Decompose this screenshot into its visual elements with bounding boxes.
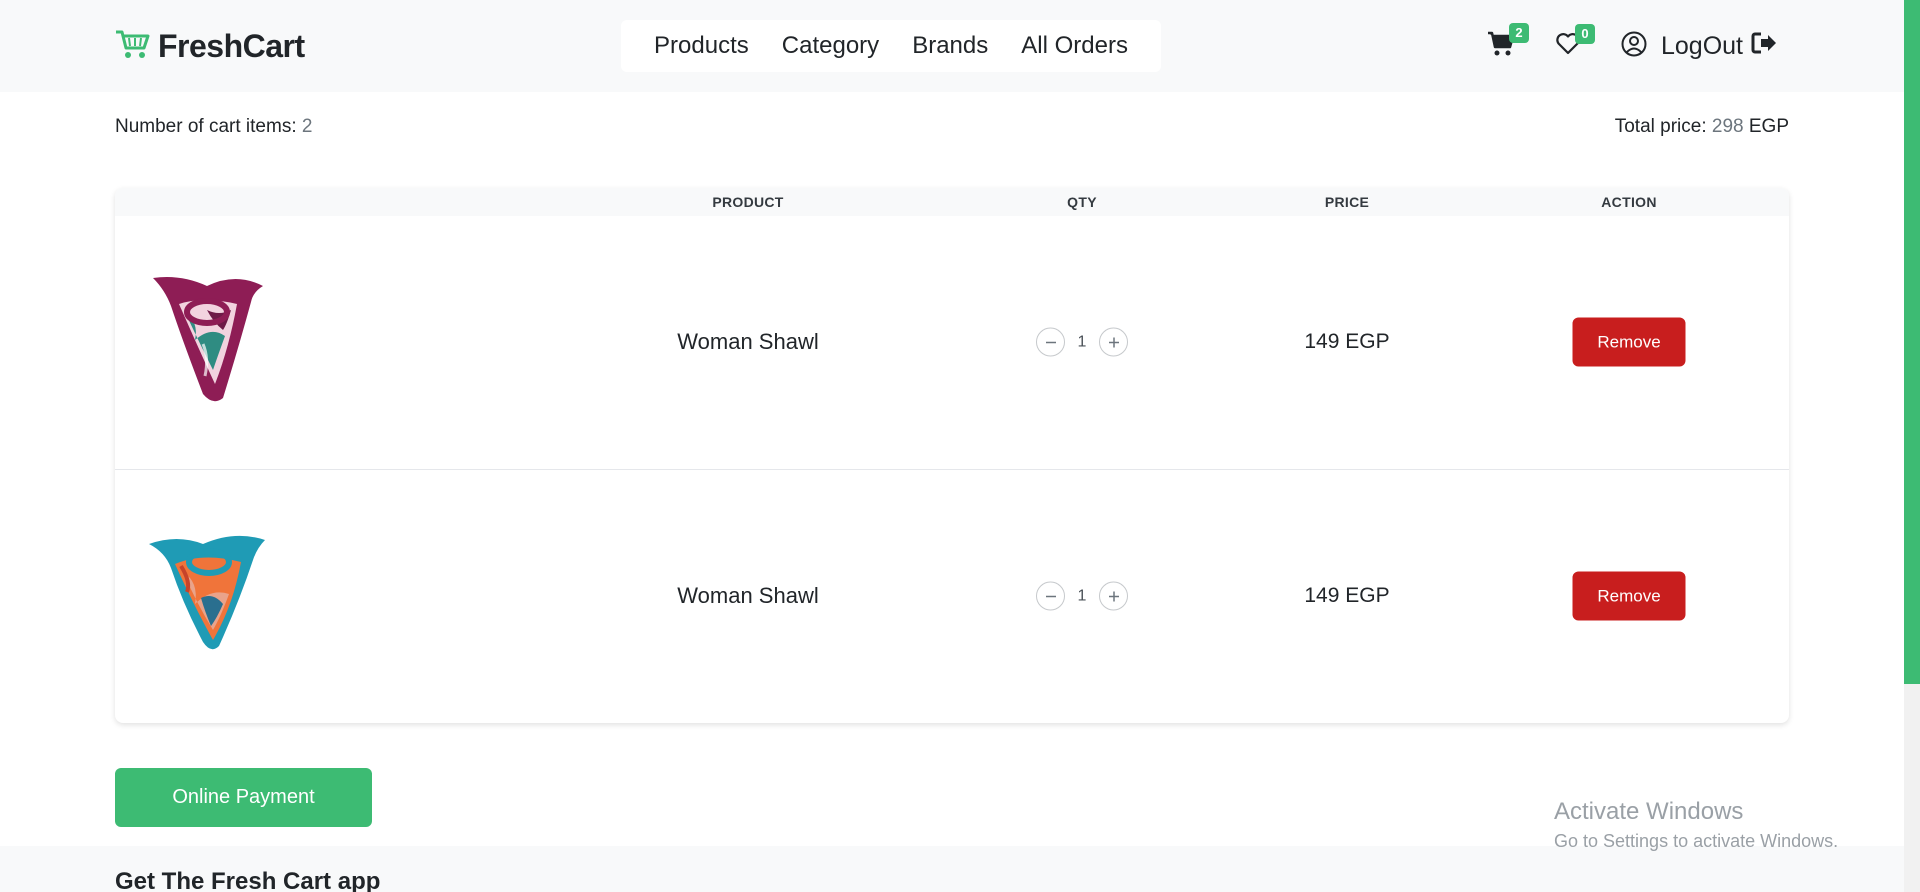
cart-table: PRODUCT QTY PRICE ACTION Woman Shawl 1 1… xyxy=(115,188,1789,723)
quantity-stepper: 1 xyxy=(1036,327,1128,357)
column-header-product: PRODUCT xyxy=(712,194,784,210)
nav-link-all-orders[interactable]: All Orders xyxy=(1021,32,1128,60)
logout-button[interactable]: LogOut xyxy=(1661,32,1777,61)
cart-items-count: 2 xyxy=(301,116,313,137)
increase-quantity-button[interactable] xyxy=(1099,581,1128,611)
product-image xyxy=(141,266,281,416)
nav-link-brands[interactable]: Brands xyxy=(912,32,988,60)
shopping-cart-icon xyxy=(114,28,150,65)
scrollbar-thumb[interactable] xyxy=(1904,0,1920,684)
footer: Get The Fresh Cart app xyxy=(0,846,1904,892)
column-header-qty: QTY xyxy=(1067,194,1097,210)
profile-link[interactable] xyxy=(1621,31,1647,62)
decrease-quantity-button[interactable] xyxy=(1036,327,1065,357)
nav-links: Products Category Brands All Orders xyxy=(621,20,1161,72)
product-name: Woman Shawl xyxy=(677,583,819,608)
user-circle-icon xyxy=(1621,31,1647,62)
online-payment-button[interactable]: Online Payment xyxy=(115,768,372,827)
plus-icon xyxy=(1108,337,1119,347)
decrease-quantity-button[interactable] xyxy=(1036,581,1065,611)
footer-title: Get The Fresh Cart app xyxy=(115,868,381,892)
nav-link-products[interactable]: Products xyxy=(654,32,749,60)
quantity-value: 1 xyxy=(1077,587,1087,604)
brand-logo[interactable]: FreshCart xyxy=(114,27,305,65)
total-price-currency: EGP xyxy=(1748,116,1789,137)
quantity-stepper: 1 xyxy=(1036,581,1128,611)
cart-total-summary: Total price: 298 EGP xyxy=(1615,116,1789,138)
remove-button[interactable]: Remove xyxy=(1572,571,1686,621)
table-header: PRODUCT QTY PRICE ACTION xyxy=(115,188,1789,216)
product-image xyxy=(141,522,281,672)
product-price: 149 EGP xyxy=(1304,584,1390,607)
table-row: Woman Shawl 1 149 EGP Remove xyxy=(115,469,1789,722)
nav-actions: 2 0 LogOut xyxy=(1487,18,1777,74)
cart-link[interactable]: 2 xyxy=(1487,22,1529,62)
increase-quantity-button[interactable] xyxy=(1099,327,1128,357)
total-price-value: 298 xyxy=(1711,116,1744,137)
remove-button[interactable]: Remove xyxy=(1572,317,1686,367)
minus-icon xyxy=(1045,595,1056,597)
nav-link-category[interactable]: Category xyxy=(782,32,879,60)
wishlist-link[interactable]: 0 xyxy=(1555,23,1595,61)
product-name: Woman Shawl xyxy=(677,329,819,354)
activate-windows-subtitle: Go to Settings to activate Windows. xyxy=(1554,831,1839,851)
column-header-action: ACTION xyxy=(1601,194,1657,210)
cart-count-badge: 2 xyxy=(1508,22,1529,43)
wishlist-count-badge: 0 xyxy=(1574,23,1595,44)
cart-items-label: Number of cart items: xyxy=(115,116,297,137)
sign-out-icon xyxy=(1751,32,1777,61)
logout-label: LogOut xyxy=(1660,31,1743,60)
quantity-value: 1 xyxy=(1077,333,1087,350)
plus-icon xyxy=(1108,591,1119,601)
activate-windows-title: Activate Windows xyxy=(1554,798,1744,825)
total-price-label: Total price: xyxy=(1614,116,1707,137)
navbar: FreshCart Products Category Brands All O… xyxy=(0,0,1904,92)
table-row: Woman Shawl 1 149 EGP Remove xyxy=(115,216,1789,469)
cart-items-summary: Number of cart items: 2 xyxy=(115,116,312,138)
column-header-price: PRICE xyxy=(1324,194,1370,210)
product-price: 149 EGP xyxy=(1304,330,1390,353)
brand-name: FreshCart xyxy=(158,27,305,64)
minus-icon xyxy=(1045,341,1056,343)
